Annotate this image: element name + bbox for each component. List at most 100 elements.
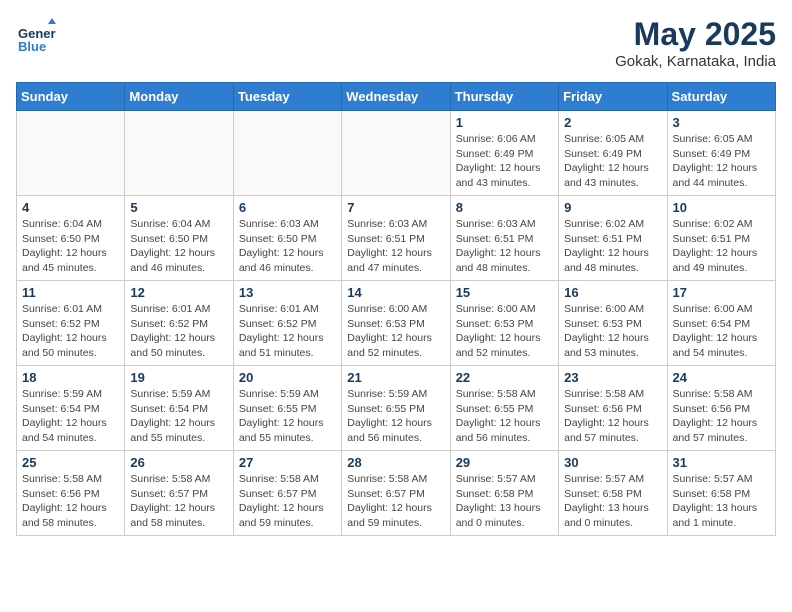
calendar-cell: 1 Sunrise: 6:06 AMSunset: 6:49 PMDaylight… (450, 111, 558, 196)
page-header: General Blue May 2025 Gokak, Karnataka, … (16, 16, 776, 70)
day-info: Sunrise: 5:58 AMSunset: 6:55 PMDaylight:… (456, 387, 553, 446)
day-info: Sunrise: 6:03 AMSunset: 6:50 PMDaylight:… (239, 217, 336, 276)
calendar-cell (233, 111, 341, 196)
day-number: 25 (22, 455, 119, 470)
month-title: May 2025 (615, 16, 776, 53)
calendar-cell: 26 Sunrise: 5:58 AMSunset: 6:57 PMDayligh… (125, 451, 233, 536)
day-info: Sunrise: 6:04 AMSunset: 6:50 PMDaylight:… (22, 217, 119, 276)
day-header-monday: Monday (125, 83, 233, 111)
day-info: Sunrise: 5:58 AMSunset: 6:56 PMDaylight:… (564, 387, 661, 446)
day-number: 21 (347, 370, 444, 385)
day-number: 19 (130, 370, 227, 385)
day-number: 11 (22, 285, 119, 300)
calendar-cell: 13Sunrise: 6:01 AMSunset: 6:52 PMDayligh… (233, 281, 341, 366)
calendar-cell: 17 Sunrise: 6:00 AMSunset: 6:54 PMDayligh… (667, 281, 775, 366)
calendar-cell (342, 111, 450, 196)
day-number: 24 (673, 370, 770, 385)
day-info: Sunrise: 5:59 AMSunset: 6:55 PMDaylight:… (347, 387, 444, 446)
calendar-cell: 25 Sunrise: 5:58 AMSunset: 6:56 PMDayligh… (17, 451, 125, 536)
day-number: 6 (239, 200, 336, 215)
calendar-cell: 30Sunrise: 5:57 AMSunset: 6:58 PMDayligh… (559, 451, 667, 536)
calendar-cell: 11 Sunrise: 6:01 AMSunset: 6:52 PMDayligh… (17, 281, 125, 366)
day-number: 7 (347, 200, 444, 215)
day-number: 16 (564, 285, 661, 300)
calendar-cell: 4 Sunrise: 6:04 AMSunset: 6:50 PMDaylight… (17, 196, 125, 281)
day-info: Sunrise: 5:58 AMSunset: 6:56 PMDaylight:… (673, 387, 770, 446)
calendar-cell: 7 Sunrise: 6:03 AMSunset: 6:51 PMDaylight… (342, 196, 450, 281)
day-info: Sunrise: 5:59 AMSunset: 6:54 PMDaylight:… (22, 387, 119, 446)
day-info: Sunrise: 6:02 AMSunset: 6:51 PMDaylight:… (564, 217, 661, 276)
calendar-cell (125, 111, 233, 196)
calendar-cell (17, 111, 125, 196)
day-number: 29 (456, 455, 553, 470)
day-number: 12 (130, 285, 227, 300)
day-number: 4 (22, 200, 119, 215)
day-info: Sunrise: 5:57 AMSunset: 6:58 PMDaylight:… (456, 472, 553, 531)
day-info: Sunrise: 6:03 AMSunset: 6:51 PMDaylight:… (347, 217, 444, 276)
week-row-4: 18Sunrise: 5:59 AMSunset: 6:54 PMDayligh… (17, 366, 776, 451)
day-header-thursday: Thursday (450, 83, 558, 111)
day-number: 30 (564, 455, 661, 470)
day-number: 17 (673, 285, 770, 300)
week-row-1: 1 Sunrise: 6:06 AMSunset: 6:49 PMDaylight… (17, 111, 776, 196)
calendar-cell: 29 Sunrise: 5:57 AMSunset: 6:58 PMDayligh… (450, 451, 558, 536)
calendar-cell: 9 Sunrise: 6:02 AMSunset: 6:51 PMDaylight… (559, 196, 667, 281)
calendar-cell: 3 Sunrise: 6:05 AMSunset: 6:49 PMDaylight… (667, 111, 775, 196)
calendar-cell: 22 Sunrise: 5:58 AMSunset: 6:55 PMDayligh… (450, 366, 558, 451)
day-header-friday: Friday (559, 83, 667, 111)
calendar-cell: 19 Sunrise: 5:59 AMSunset: 6:54 PMDayligh… (125, 366, 233, 451)
day-header-saturday: Saturday (667, 83, 775, 111)
day-info: Sunrise: 5:58 AMSunset: 6:56 PMDaylight:… (22, 472, 119, 531)
calendar-cell: 5 Sunrise: 6:04 AMSunset: 6:50 PMDaylight… (125, 196, 233, 281)
calendar-cell: 31 Sunrise: 5:57 AMSunset: 6:58 PMDayligh… (667, 451, 775, 536)
calendar-cell: 16 Sunrise: 6:00 AMSunset: 6:53 PMDayligh… (559, 281, 667, 366)
day-info: Sunrise: 5:57 AMSunset: 6:58 PMDaylight:… (673, 472, 770, 531)
day-info: Sunrise: 5:58 AMSunset: 6:57 PMDaylight:… (239, 472, 336, 531)
calendar-cell: 24 Sunrise: 5:58 AMSunset: 6:56 PMDayligh… (667, 366, 775, 451)
calendar-table: SundayMondayTuesdayWednesdayThursdayFrid… (16, 82, 776, 536)
day-number: 15 (456, 285, 553, 300)
day-number: 2 (564, 115, 661, 130)
calendar-cell: 10Sunrise: 6:02 AMSunset: 6:51 PMDayligh… (667, 196, 775, 281)
day-number: 26 (130, 455, 227, 470)
week-row-2: 4 Sunrise: 6:04 AMSunset: 6:50 PMDaylight… (17, 196, 776, 281)
calendar-cell: 23 Sunrise: 5:58 AMSunset: 6:56 PMDayligh… (559, 366, 667, 451)
day-number: 31 (673, 455, 770, 470)
day-info: Sunrise: 6:03 AMSunset: 6:51 PMDaylight:… (456, 217, 553, 276)
day-number: 8 (456, 200, 553, 215)
calendar-cell: 18Sunrise: 5:59 AMSunset: 6:54 PMDayligh… (17, 366, 125, 451)
calendar-cell: 27Sunrise: 5:58 AMSunset: 6:57 PMDayligh… (233, 451, 341, 536)
day-number: 23 (564, 370, 661, 385)
calendar-cell: 15 Sunrise: 6:00 AMSunset: 6:53 PMDayligh… (450, 281, 558, 366)
week-row-5: 25 Sunrise: 5:58 AMSunset: 6:56 PMDayligh… (17, 451, 776, 536)
day-number: 1 (456, 115, 553, 130)
day-info: Sunrise: 6:04 AMSunset: 6:50 PMDaylight:… (130, 217, 227, 276)
calendar-header-row: SundayMondayTuesdayWednesdayThursdayFrid… (17, 83, 776, 111)
day-info: Sunrise: 6:00 AMSunset: 6:54 PMDaylight:… (673, 302, 770, 361)
calendar-cell: 6 Sunrise: 6:03 AMSunset: 6:50 PMDaylight… (233, 196, 341, 281)
day-info: Sunrise: 6:00 AMSunset: 6:53 PMDaylight:… (347, 302, 444, 361)
day-info: Sunrise: 6:00 AMSunset: 6:53 PMDaylight:… (564, 302, 661, 361)
day-info: Sunrise: 6:00 AMSunset: 6:53 PMDaylight:… (456, 302, 553, 361)
calendar-cell: 20 Sunrise: 5:59 AMSunset: 6:55 PMDayligh… (233, 366, 341, 451)
day-info: Sunrise: 5:59 AMSunset: 6:54 PMDaylight:… (130, 387, 227, 446)
day-number: 5 (130, 200, 227, 215)
day-number: 14 (347, 285, 444, 300)
day-info: Sunrise: 6:01 AMSunset: 6:52 PMDaylight:… (22, 302, 119, 361)
week-row-3: 11 Sunrise: 6:01 AMSunset: 6:52 PMDayligh… (17, 281, 776, 366)
day-number: 22 (456, 370, 553, 385)
day-info: Sunrise: 6:05 AMSunset: 6:49 PMDaylight:… (673, 132, 770, 191)
day-number: 9 (564, 200, 661, 215)
day-info: Sunrise: 5:59 AMSunset: 6:55 PMDaylight:… (239, 387, 336, 446)
logo: General Blue (16, 16, 60, 56)
day-header-sunday: Sunday (17, 83, 125, 111)
day-info: Sunrise: 6:06 AMSunset: 6:49 PMDaylight:… (456, 132, 553, 191)
day-info: Sunrise: 5:58 AMSunset: 6:57 PMDaylight:… (130, 472, 227, 531)
calendar-cell: 21 Sunrise: 5:59 AMSunset: 6:55 PMDayligh… (342, 366, 450, 451)
logo-icon: General Blue (16, 16, 56, 56)
day-number: 28 (347, 455, 444, 470)
day-number: 20 (239, 370, 336, 385)
title-block: May 2025 Gokak, Karnataka, India (615, 16, 776, 70)
day-number: 3 (673, 115, 770, 130)
calendar-cell: 12Sunrise: 6:01 AMSunset: 6:52 PMDayligh… (125, 281, 233, 366)
